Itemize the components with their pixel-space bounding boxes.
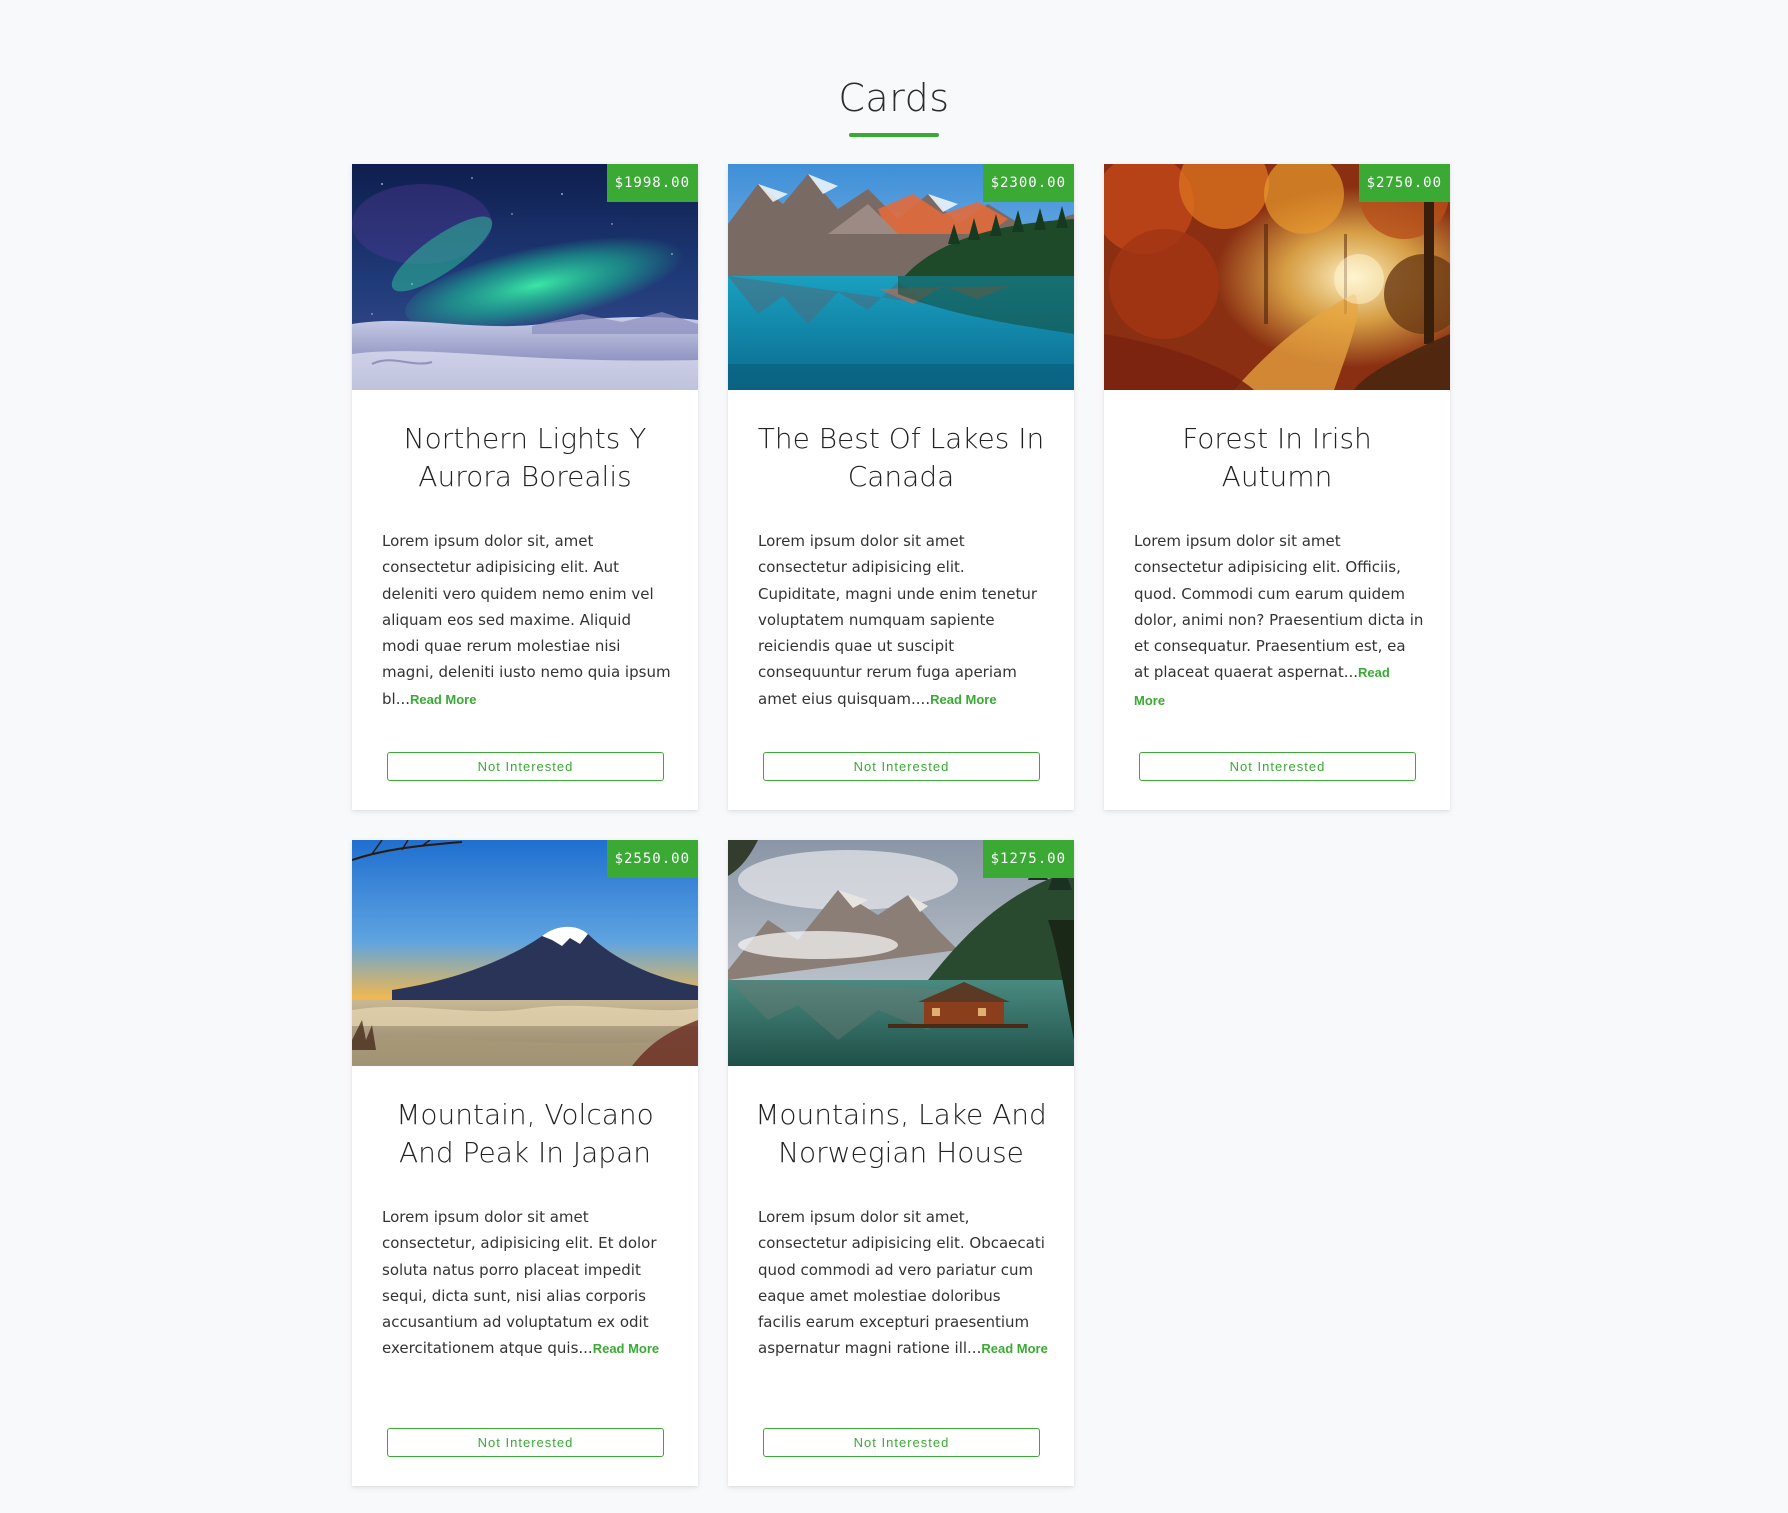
card-description: Lorem ipsum dolor sit amet consectetur a… <box>1134 528 1424 714</box>
not-interested-button[interactable]: Not Interested <box>387 752 664 781</box>
not-interested-button[interactable]: Not Interested <box>763 1428 1040 1457</box>
price-badge: $2300.00 <box>982 164 1074 202</box>
card-title: Mountain, Volcano And Peak In Japan <box>396 1098 654 1169</box>
card: $2300.00 The Best Of Lakes In Canada Lor… <box>728 164 1074 810</box>
card-title: The Best Of Lakes In Canada <box>757 422 1045 493</box>
not-interested-button[interactable]: Not Interested <box>387 1428 664 1457</box>
price-badge: $1998.00 <box>606 164 698 202</box>
card-image: $1275.00 <box>728 840 1074 1066</box>
card: $1998.00 Northern Lights Y Aurora Boreal… <box>352 164 698 810</box>
card: $2550.00 Mountain, Volcano And Peak In J… <box>352 840 698 1486</box>
page-title: Cards <box>838 76 950 120</box>
card-grid: $1998.00 Northern Lights Y Aurora Boreal… <box>352 164 1450 1486</box>
read-more-link[interactable]: Read More <box>930 692 996 707</box>
card-description-text: Lorem ipsum dolor sit amet consectetur, … <box>382 1208 657 1358</box>
read-more-link[interactable]: Read More <box>593 1341 659 1356</box>
card-description: Lorem ipsum dolor sit amet, consectetur … <box>758 1204 1048 1363</box>
not-interested-button[interactable]: Not Interested <box>763 752 1040 781</box>
page: Cards $1998.00 Northern Lights Y Aurora … <box>0 0 1788 1513</box>
card-description-text: Lorem ipsum dolor sit amet, consectetur … <box>758 1208 1045 1358</box>
card: $2750.00 Forest In Irish Autumn Lorem ip… <box>1104 164 1450 810</box>
card-title: Northern Lights Y Aurora Borealis <box>403 422 647 493</box>
card-title: Mountains, Lake And Norwegian House <box>755 1098 1047 1169</box>
card-description-text: Lorem ipsum dolor sit, amet consectetur … <box>382 532 671 708</box>
card: $1275.00 Mountains, Lake And Norwegian H… <box>728 840 1074 1486</box>
page-header: Cards <box>0 72 1788 137</box>
card-image: $2300.00 <box>728 164 1074 390</box>
title-underline <box>849 133 939 137</box>
price-badge: $1275.00 <box>982 840 1074 878</box>
read-more-link[interactable]: Read More <box>410 692 476 707</box>
card-description: Lorem ipsum dolor sit, amet consectetur … <box>382 528 672 713</box>
read-more-link[interactable]: Read More <box>981 1341 1047 1356</box>
price-badge: $2550.00 <box>606 840 698 878</box>
card-description: Lorem ipsum dolor sit amet consectetur, … <box>382 1204 672 1363</box>
card-image: $1998.00 <box>352 164 698 390</box>
card-description-text: Lorem ipsum dolor sit amet consectetur a… <box>758 532 1038 708</box>
card-description-text: Lorem ipsum dolor sit amet consectetur a… <box>1134 532 1424 682</box>
price-badge: $2750.00 <box>1358 164 1450 202</box>
card-image: $2750.00 <box>1104 164 1450 390</box>
not-interested-button[interactable]: Not Interested <box>1139 752 1416 781</box>
card-title: Forest In Irish Autumn <box>1182 422 1372 493</box>
card-image: $2550.00 <box>352 840 698 1066</box>
card-description: Lorem ipsum dolor sit amet consectetur a… <box>758 528 1048 713</box>
